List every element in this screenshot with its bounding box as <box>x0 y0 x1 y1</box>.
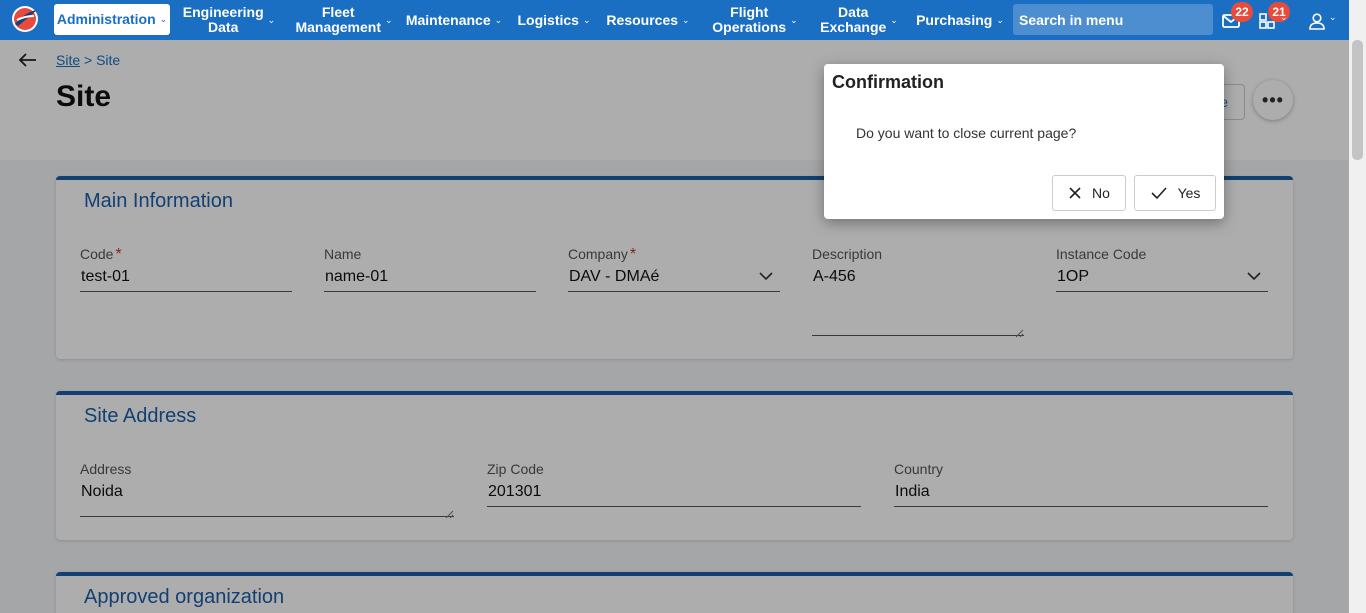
chevron-down-icon: ⌄ <box>790 14 798 25</box>
nav-maintenance-label: Maintenance <box>405 11 491 28</box>
nav-logistics[interactable]: Logistics ⌄ <box>517 0 591 40</box>
nav-fleet-management[interactable]: Fleet Management ⌄ <box>290 0 398 40</box>
search-menu-input[interactable]: Search in menu <box>1013 4 1213 35</box>
tasks-button[interactable]: 21 ⌄ <box>1258 2 1290 34</box>
yes-button-label: Yes <box>1177 185 1201 201</box>
nav-label-line2: Exchange <box>820 19 887 35</box>
yes-button[interactable]: Yes <box>1134 175 1216 211</box>
chevron-down-icon: ⌄ <box>1329 12 1337 22</box>
nav-resources-label: Resources <box>606 11 679 28</box>
nav-purchasing[interactable]: Purchasing ⌄ <box>916 0 1004 40</box>
chevron-down-icon: ⌄ <box>996 14 1004 25</box>
messages-button[interactable]: 22 <box>1221 2 1253 34</box>
nav-administration[interactable]: Administration ⌄ <box>54 4 170 35</box>
nav-fleet-management-label: Fleet Management <box>295 5 381 35</box>
nav-data-exchange[interactable]: Data Exchange ⌄ <box>818 0 900 40</box>
user-menu-button[interactable]: ⌄ <box>1308 8 1337 34</box>
nav-label-line1: Engineering <box>182 4 264 20</box>
nav-flight-operations[interactable]: Flight Operations ⌄ <box>710 0 800 40</box>
nav-maintenance[interactable]: Maintenance ⌄ <box>406 0 502 40</box>
nav-flight-operations-label: Flight Operations <box>712 5 786 35</box>
dialog-title: Confirmation <box>832 72 944 92</box>
nav-engineering-data[interactable]: Engineering Data ⌄ <box>180 0 278 40</box>
chevron-down-icon: ⌄ <box>385 14 393 25</box>
chevron-down-icon: ⌄ <box>159 14 168 24</box>
chevron-down-icon: ⌄ <box>1280 12 1288 22</box>
confirmation-dialog: Confirmation Do you want to close curren… <box>824 64 1224 219</box>
no-button-label: No <box>1092 185 1110 201</box>
nav-engineering-data-label: Engineering Data <box>183 5 264 35</box>
nav-label-line1: Data <box>838 4 869 20</box>
nav-label-line2: Data <box>208 19 239 35</box>
nav-label-line2: Operations <box>712 19 787 35</box>
nav-data-exchange-label: Data Exchange <box>820 5 886 35</box>
user-icon <box>1309 13 1325 30</box>
app-logo-icon[interactable] <box>10 4 40 34</box>
top-navigation-bar: Administration ⌄ Engineering Data ⌄ Fleet… <box>0 0 1366 40</box>
nav-administration-label: Administration <box>56 11 156 27</box>
nav-label-line1: Fleet <box>321 4 355 20</box>
close-icon <box>1069 187 1081 199</box>
page-scrollbar[interactable] <box>1349 0 1366 613</box>
chevron-down-icon: ⌄ <box>494 14 503 25</box>
nav-purchasing-label: Purchasing <box>916 11 993 28</box>
chevron-down-icon: ⌄ <box>890 14 898 25</box>
no-button[interactable]: No <box>1052 175 1126 211</box>
dialog-message: Do you want to close current page? <box>856 125 1077 141</box>
messages-count-badge: 22 <box>1231 2 1253 22</box>
chevron-down-icon: ⌄ <box>582 14 591 25</box>
nav-logistics-label: Logistics <box>517 11 579 28</box>
chevron-down-icon: ⌄ <box>267 14 276 25</box>
checkmark-icon <box>1151 187 1167 200</box>
nav-label-line2: Management <box>295 19 382 35</box>
chevron-down-icon: ⌄ <box>682 14 690 25</box>
nav-label-line1: Flight <box>730 4 769 20</box>
scrollbar-thumb[interactable] <box>1352 40 1363 160</box>
nav-resources[interactable]: Resources ⌄ <box>606 0 690 40</box>
